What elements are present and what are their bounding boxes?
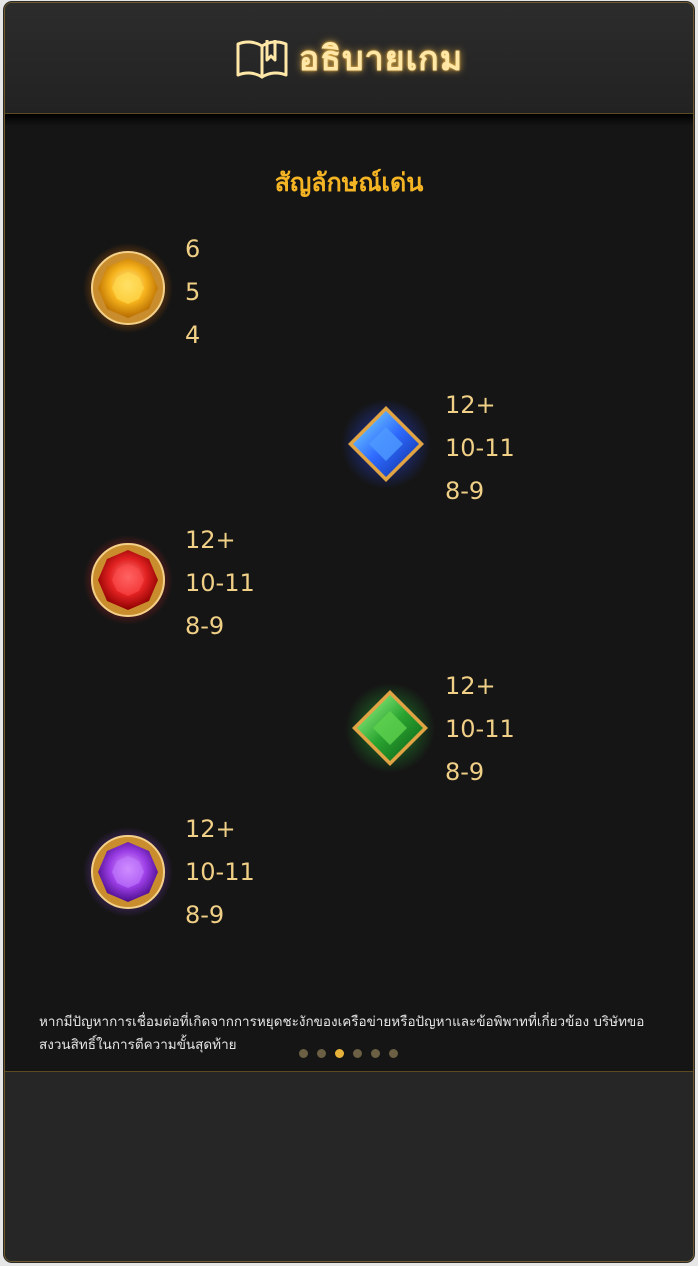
section-title: สัญลักษณ์เด่น [274, 168, 424, 197]
payout-value: 12+ [445, 391, 496, 419]
yellow-gem-icon [83, 243, 173, 333]
payout-value: 5 [185, 278, 201, 306]
payout-value: 10-11 [185, 858, 255, 886]
yellow-gem-payouts: 6 5 4 [185, 228, 200, 357]
purple-gem-payouts: 12+ 10-11 8-9 [185, 808, 255, 937]
red-gem-payouts: 12+ 10-11 8-9 [185, 519, 255, 648]
page-title: อธิบายเกม [298, 39, 464, 79]
blue-gem-payouts: 12+ 10-11 8-9 [445, 384, 515, 513]
footer-bar [5, 1071, 693, 1261]
payout-value: 6 [185, 235, 201, 263]
payout-value: 8-9 [185, 901, 225, 929]
payout-value: 4 [185, 321, 201, 349]
page-dot[interactable] [353, 1049, 362, 1058]
title-group: อธิบายเกม [235, 31, 463, 85]
page-dot[interactable] [317, 1049, 326, 1058]
payout-value: 10-11 [445, 434, 515, 462]
game-info-panel: อธิบายเกม สัญลักษณ์เด่น 6 5 4 12+ 10-11 … [4, 2, 694, 1262]
payout-value: 12+ [185, 526, 236, 554]
payout-value: 12+ [185, 815, 236, 843]
payout-value: 8-9 [445, 477, 485, 505]
page-dot[interactable] [299, 1049, 308, 1058]
page-dot-active[interactable] [335, 1049, 344, 1058]
pagination-dots [299, 1049, 398, 1058]
green-gem-payouts: 12+ 10-11 8-9 [445, 665, 515, 794]
header-shadow [5, 114, 693, 126]
green-gem-icon [345, 683, 435, 773]
blue-gem-icon [341, 399, 431, 489]
payout-value: 8-9 [445, 758, 485, 786]
book-icon [236, 40, 288, 79]
header: อธิบายเกม [5, 3, 693, 114]
payout-value: 10-11 [185, 569, 255, 597]
red-gem-icon [83, 535, 173, 625]
purple-gem-icon [83, 827, 173, 917]
payout-value: 8-9 [185, 612, 225, 640]
payout-value: 12+ [445, 672, 496, 700]
page-dot[interactable] [371, 1049, 380, 1058]
payout-value: 10-11 [445, 715, 515, 743]
page-dot[interactable] [389, 1049, 398, 1058]
